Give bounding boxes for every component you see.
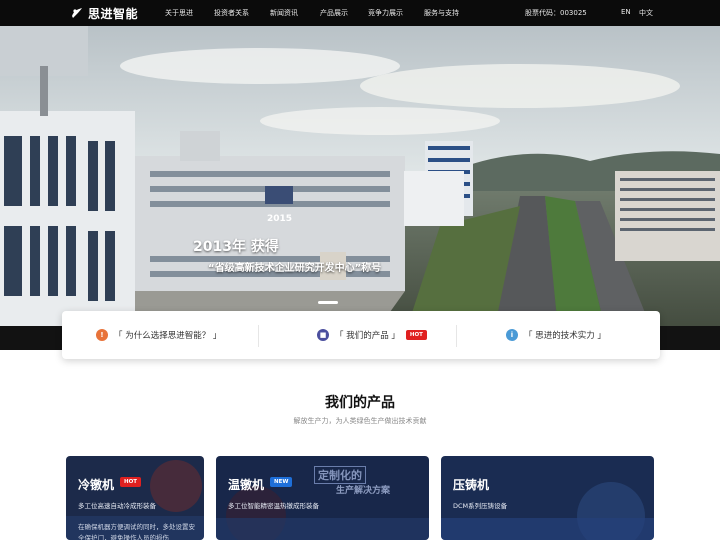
hero-image (0, 26, 720, 350)
hot-badge: HOT (120, 477, 142, 487)
info-icon: ! (96, 329, 108, 341)
card-description: 多工位高速自动冷成形装备 (78, 502, 156, 510)
card-title: 温镦机 (228, 478, 265, 492)
carousel-indicator[interactable] (318, 301, 338, 304)
card-stamp-text: 生产解决方案 (336, 486, 391, 496)
product-card-warm-header[interactable]: 定制化的 生产解决方案 温镦机 NEW 多工位智能精密温热镦成形装备 (216, 456, 429, 540)
new-badge: NEW (270, 477, 293, 487)
hot-badge: HOT (405, 330, 427, 340)
quick-link-products[interactable]: ■ 「 我们的产品 」 HOT (317, 311, 427, 359)
nav-news[interactable]: 新闻资讯 (270, 8, 298, 18)
quick-link-label: 「 为什么选择思进智能？ 」 (114, 331, 222, 341)
top-header: 思进智能 关于思进 投资者关系 新闻资讯 产品展示 竞争力展示 服务与支持 股票… (0, 0, 720, 26)
products-section-subtitle: 解放生产力，为人类绿色生产做出技术贡献 (293, 417, 427, 425)
logo-icon (72, 8, 82, 18)
divider (258, 325, 259, 347)
box-icon: ■ (317, 329, 329, 341)
card-title: 冷镦机 (78, 478, 115, 492)
product-card-cold-header[interactable]: 冷镦机 HOT 多工位高速自动冷成形装备 在确保机器方便调试的同时，多处设置安全… (66, 456, 204, 540)
product-card-die-casting[interactable]: 压铸机 DCM系列压铸设备 (441, 456, 654, 540)
quick-links-bar: ! 「 为什么选择思进智能？ 」 ■ 「 我们的产品 」 HOT i 「 思进的… (62, 311, 660, 359)
lang-cn-link[interactable]: 中文 (639, 8, 653, 18)
divider (456, 325, 457, 347)
quick-link-label: 「 我们的产品 」 (335, 331, 400, 341)
tech-icon: i (506, 329, 518, 341)
hero-caption-title: “省级高新技术企业研究开发中心”称号 (208, 263, 382, 274)
building-sign: 2015 (267, 214, 293, 224)
products-section-title: 我们的产品 (325, 395, 395, 411)
nav-competitiveness[interactable]: 竞争力展示 (368, 8, 403, 18)
hero-caption-year: 2013年 获得 (193, 239, 279, 255)
stock-code: 股票代码：003025 (525, 9, 587, 17)
card-stamp-text: 定制化的 (314, 466, 366, 484)
card-title: 压铸机 (453, 478, 490, 492)
nav-investors[interactable]: 投资者关系 (214, 8, 249, 18)
card-description: DCM系列压铸设备 (453, 502, 508, 510)
nav-products[interactable]: 产品展示 (320, 8, 348, 18)
nav-about[interactable]: 关于思进 (165, 8, 193, 18)
card-background (441, 456, 654, 540)
quick-link-label: 「 思进的技术实力 」 (524, 331, 606, 341)
logo-text: 思进智能 (88, 6, 139, 21)
hero-banner[interactable]: 2015 2013年 获得 “省级高新技术企业研究开发中心”称号 (0, 26, 720, 350)
nav-service[interactable]: 服务与支持 (424, 8, 459, 18)
quick-link-tech[interactable]: i 「 思进的技术实力 」 (506, 311, 606, 359)
quick-link-why-us[interactable]: ! 「 为什么选择思进智能？ 」 (96, 311, 221, 359)
card-body-text: 在确保机器方便调试的同时，多处设置安全保护门，避免操作人员的损伤 (78, 523, 195, 540)
card-description: 多工位智能精密温热镦成形装备 (228, 502, 319, 510)
lang-en-link[interactable]: EN (621, 8, 631, 16)
brand-logo[interactable]: 思进智能 (70, 4, 138, 22)
